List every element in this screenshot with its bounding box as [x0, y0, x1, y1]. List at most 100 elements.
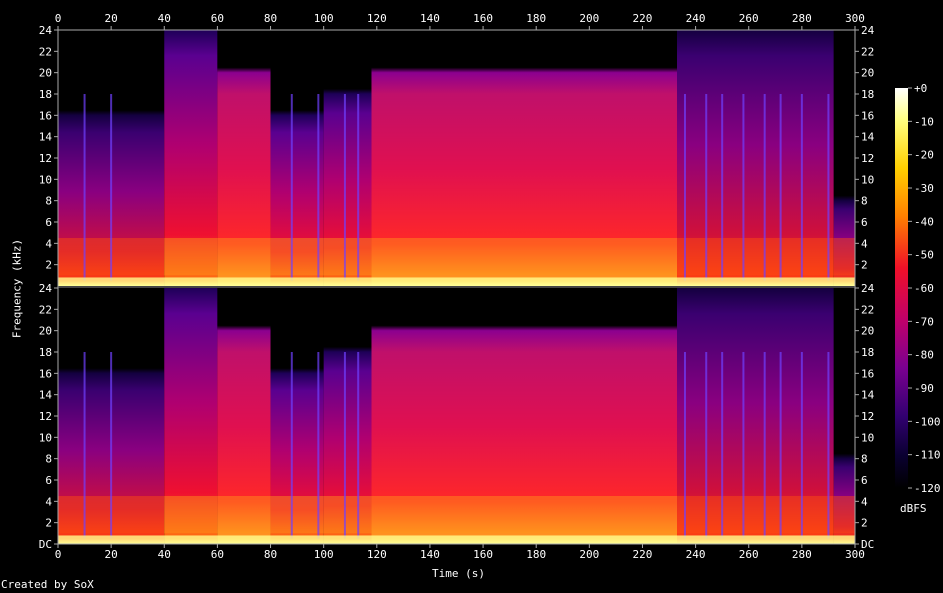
colorbar-tick-label: -50	[914, 249, 934, 262]
x-tick-label-bottom: 60	[211, 548, 224, 561]
y-tick-label-right-bottom: 10	[861, 431, 874, 444]
y-tick-label-top: 12	[39, 152, 52, 165]
lowband-top-4	[323, 238, 372, 276]
colorbar-tick-label: -20	[914, 149, 934, 162]
y-tick-label-top: 16	[39, 109, 52, 122]
y-tick-label-bottom: 20	[39, 325, 52, 338]
x-tick-label-bottom: 220	[633, 548, 653, 561]
x-tick-label-top: 280	[792, 12, 812, 25]
x-tick-label-top: 220	[633, 12, 653, 25]
y-tick-label-right-top: 14	[861, 131, 875, 144]
y-tick-label-right-bottom: 24	[861, 282, 875, 295]
x-tick-label-top: 80	[264, 12, 277, 25]
lowband-top-7	[833, 238, 855, 276]
x-tick-label-bottom: 140	[420, 548, 440, 561]
y-tick-label-bottom: 16	[39, 367, 52, 380]
x-tick-label-top: 200	[579, 12, 599, 25]
y-axis-label: Frequency (kHz)	[10, 238, 24, 339]
x-tick-label-top: 180	[526, 12, 546, 25]
y-tick-label-right-top: 10	[861, 173, 874, 186]
y-tick-label-right-bottom: 2	[861, 517, 868, 530]
x-tick-label-bottom: 180	[526, 548, 546, 561]
y-tick-label-bottom: 12	[39, 410, 52, 423]
dc-line-bottom	[58, 535, 855, 544]
y-tick-label-right-top: 20	[861, 67, 874, 80]
colorbar-tick-label: +0	[914, 82, 927, 95]
y-tick-label-bottom: 10	[39, 431, 52, 444]
colorbar-ticks: +0 -10 -20 -30 -40 -50 -60 -70 -80 -90 -100 -110 -12…	[908, 82, 941, 495]
x-tick-label-top: 0	[55, 12, 62, 25]
x-tick-label-bottom: 240	[686, 548, 706, 561]
lowband-top-2	[217, 238, 271, 276]
x-tick-label-top: 40	[158, 12, 171, 25]
colorbar-tick-label: -90	[914, 382, 934, 395]
y-tick-label-bottom: 2	[45, 517, 52, 530]
x-tick-label-bottom: 200	[579, 548, 599, 561]
x-tick-label-bottom: 20	[105, 548, 118, 561]
colorbar-tick-label: -30	[914, 182, 934, 195]
x-tick-label-top: 60	[211, 12, 224, 25]
lowband-bottom-1	[164, 496, 218, 534]
x-tick-label-bottom: 120	[367, 548, 387, 561]
lowband-bottom-6	[677, 496, 834, 534]
colorbar-tick-label: -10	[914, 115, 934, 128]
y-tick-label-right-top: 2	[861, 259, 868, 272]
y-tick-label-bottom: 18	[39, 346, 52, 359]
y-tick-label-right-bottom: 6	[861, 474, 868, 487]
y-tick-label-bottom: 4	[45, 495, 52, 508]
x-tick-label-bottom: 100	[314, 548, 334, 561]
y-tick-label-right-bottom: 4	[861, 495, 868, 508]
spectrogram-chart: 0 0 20 20 40 40 60 60 80 80 100 100 120 120 140 140 160 1…	[39, 12, 941, 561]
y-tick-label-top: 4	[45, 237, 52, 250]
y-tick-label-top: 14	[39, 131, 53, 144]
y-tick-label-top: 6	[45, 216, 52, 229]
y-tick-label-top: 10	[39, 173, 52, 186]
y-tick-label-bottom: 22	[39, 303, 52, 316]
x-tick-label-bottom: 40	[158, 548, 171, 561]
x-tick-label-bottom: 260	[739, 548, 759, 561]
y-tick-label-right-top: 24	[861, 24, 875, 37]
credit-text: Created by SoX	[1, 578, 94, 591]
y-tick-label-right-bottom: 18	[861, 346, 874, 359]
x-tick-label-top: 160	[473, 12, 493, 25]
colorbar-tick-label: -110	[914, 449, 941, 462]
y-tick-label-bottom: DC	[39, 538, 52, 551]
colorbar-tick-label: -70	[914, 315, 934, 328]
lowband-bottom-4	[323, 496, 372, 534]
lowband-top-5	[371, 238, 678, 276]
y-tick-label-top: 18	[39, 88, 52, 101]
x-tick-label-top: 20	[105, 12, 118, 25]
lowband-top-3	[270, 238, 324, 276]
lowband-bottom-3	[270, 496, 324, 534]
lowband-top-1	[164, 238, 218, 276]
colorbar-tick-label: -60	[914, 282, 934, 295]
x-tick-label-top: 140	[420, 12, 440, 25]
lowband-bottom-7	[833, 496, 855, 534]
y-tick-label-bottom: 8	[45, 453, 52, 466]
y-tick-label-top: 2	[45, 259, 52, 272]
lowband-bottom-2	[217, 496, 271, 534]
colorbar-tick-label: -80	[914, 349, 934, 362]
y-tick-label-right-bottom: 12	[861, 410, 874, 423]
y-tick-label-right-bottom: DC	[861, 538, 874, 551]
colorbar	[895, 88, 908, 488]
y-tick-label-bottom: 6	[45, 474, 52, 487]
y-tick-label-right-top: 12	[861, 152, 874, 165]
x-tick-label-bottom: 80	[264, 548, 277, 561]
colorbar-tick-label: -40	[914, 215, 934, 228]
y-tick-label-right-bottom: 8	[861, 453, 868, 466]
colorbar-tick-label: -100	[914, 415, 941, 428]
y-tick-label-right-bottom: 20	[861, 325, 874, 338]
x-axis-label: Time (s)	[432, 567, 485, 580]
x-tick-label-top: 100	[314, 12, 334, 25]
y-tick-label-right-bottom: 14	[861, 389, 875, 402]
y-tick-label-right-top: 18	[861, 88, 874, 101]
x-tick-label-top: 240	[686, 12, 706, 25]
y-tick-label-right-top: 16	[861, 109, 874, 122]
y-tick-label-top: 8	[45, 195, 52, 208]
y-tick-label-bottom: 14	[39, 389, 53, 402]
colorbar-label: dBFS	[900, 502, 927, 515]
colorbar-tick-label: -120	[914, 482, 941, 495]
y-tick-label-right-top: 6	[861, 216, 868, 229]
y-tick-label-right-top: 22	[861, 45, 874, 58]
